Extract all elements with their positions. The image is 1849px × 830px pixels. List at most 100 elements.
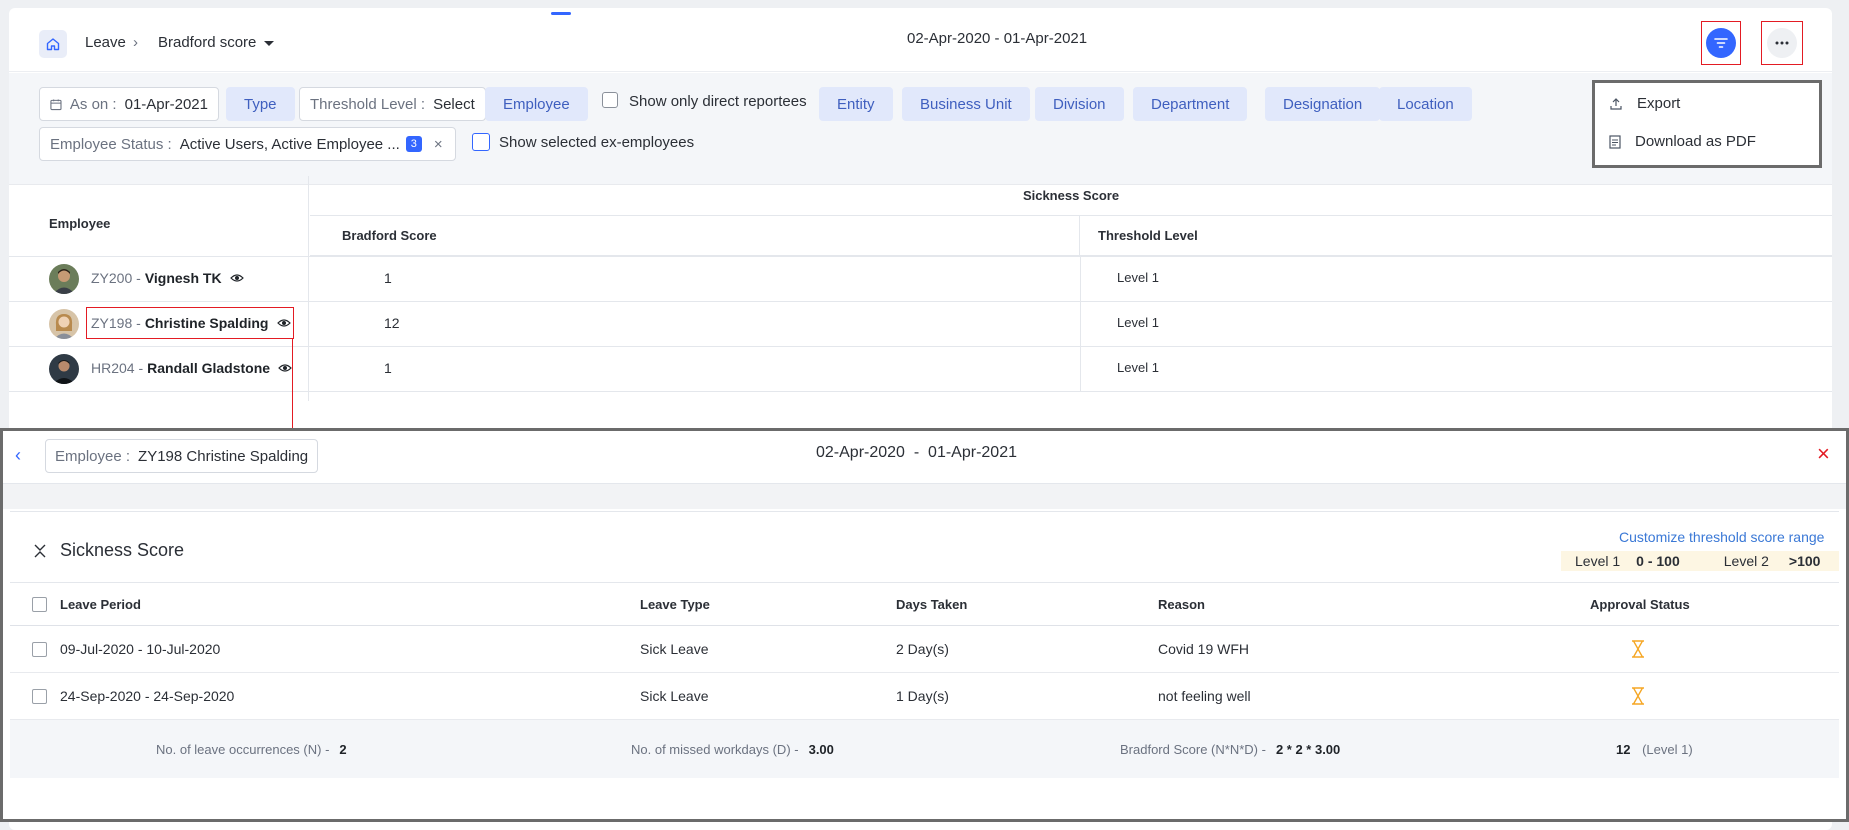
more-options-button[interactable] xyxy=(1767,28,1797,58)
export-icon xyxy=(1610,97,1622,110)
export-label: Export xyxy=(1637,95,1681,112)
leave-type-cell: Sick Leave xyxy=(640,688,709,704)
filter-icon xyxy=(1714,38,1728,48)
employee-status-value: Active Users, Active Employee ... xyxy=(179,135,400,153)
business-unit-filter[interactable]: Business Unit xyxy=(902,87,1030,121)
sickness-score-group-header: Sickness Score xyxy=(310,176,1832,216)
employee-cell[interactable]: HR204 - Randall Gladstone xyxy=(91,360,292,376)
division-filter[interactable]: Division xyxy=(1035,87,1124,121)
calendar-icon xyxy=(50,98,62,110)
document-icon xyxy=(1609,134,1621,149)
employee-column-header: Employee xyxy=(49,216,111,231)
bradford-result-value: 12 xyxy=(1616,742,1631,757)
eye-icon[interactable] xyxy=(276,318,291,328)
ex-employees-checkbox[interactable] xyxy=(472,133,490,151)
col-leave-period: Leave Period xyxy=(60,597,141,612)
occurrences-value: 2 xyxy=(339,742,347,757)
location-filter[interactable]: Location xyxy=(1379,87,1472,121)
row-checkbox[interactable] xyxy=(32,642,47,657)
threshold-level-column-header: Threshold Level xyxy=(1080,216,1832,256)
section-header[interactable]: Sickness Score xyxy=(34,540,184,561)
breadcrumb-current[interactable]: Bradford score xyxy=(158,34,275,51)
eye-icon[interactable] xyxy=(229,273,244,283)
reason-cell: not feeling well xyxy=(1158,688,1251,704)
export-menu-item[interactable]: Export xyxy=(1609,95,1680,112)
customize-threshold-link[interactable]: Customize threshold score range xyxy=(1619,529,1824,545)
missed-workdays-summary: No. of missed workdays (D) - 3.00 xyxy=(631,742,834,757)
section-title: Sickness Score xyxy=(60,540,185,560)
bradford-formula-value: 2 * 2 * 3.00 xyxy=(1275,742,1341,757)
row-checkbox[interactable] xyxy=(32,689,47,704)
close-icon[interactable]: × xyxy=(1817,443,1830,465)
header: Leave › Bradford score 02-Apr-2020 - 01-… xyxy=(9,8,1832,72)
back-chevron-icon[interactable]: ‹ xyxy=(15,445,21,466)
table-row[interactable]: ZY200 - Vignesh TK 1 Level 1 xyxy=(9,257,1832,302)
leave-period-cell: 09-Jul-2020 - 10-Jul-2020 xyxy=(60,641,221,657)
panel-employee-filter[interactable]: Employee : ZY198 Christine Spalding xyxy=(45,439,319,473)
as-on-label: As on : xyxy=(69,95,117,113)
leave-period-cell: 24-Sep-2020 - 24-Sep-2020 xyxy=(60,688,235,704)
breadcrumb-leave[interactable]: Leave xyxy=(85,34,126,51)
designation-filter[interactable]: Designation xyxy=(1265,87,1381,121)
occurrences-summary: No. of leave occurrences (N) - 2 xyxy=(156,742,347,757)
bradford-summary-bar: No. of leave occurrences (N) - 2 No. of m… xyxy=(10,720,1839,778)
threshold-level-cell: Level 1 xyxy=(1117,315,1159,330)
collapse-icon[interactable] xyxy=(34,544,46,558)
threshold-levels-legend: Level 1 0 - 100 Level 2 >100 xyxy=(1561,551,1839,571)
caret-down-icon xyxy=(264,41,275,46)
employee-cell[interactable]: ZY200 - Vignesh TK xyxy=(91,270,244,286)
sickness-score-card: Sickness Score Customize threshold score… xyxy=(10,511,1839,817)
employee-code: HR204 - xyxy=(91,360,144,376)
table-row[interactable]: 09-Jul-2020 - 10-Jul-2020 Sick Leave 2 D… xyxy=(10,626,1839,673)
filter-button-highlight xyxy=(1701,21,1741,65)
more-button-highlight xyxy=(1761,21,1803,65)
table-row[interactable]: HR204 - Randall Gladstone 1 Level 1 xyxy=(9,347,1832,392)
panel-employee-label: Employee : xyxy=(55,447,131,465)
type-filter[interactable]: Type xyxy=(226,87,295,121)
as-on-date-filter[interactable]: As on : 01-Apr-2021 xyxy=(39,87,219,121)
level2-label: Level 2 xyxy=(1723,553,1769,569)
bradford-result-summary: 12 (Level 1) xyxy=(1616,742,1693,757)
clear-status-icon[interactable]: × xyxy=(434,136,443,153)
bradford-score-column-header: Bradford Score xyxy=(310,216,1080,256)
as-on-value: 01-Apr-2021 xyxy=(124,95,208,113)
entity-filter[interactable]: Entity xyxy=(819,87,893,121)
employee-filter[interactable]: Employee xyxy=(485,87,588,121)
more-dots-icon xyxy=(1775,41,1789,45)
direct-reportees-label: Show only direct reportees xyxy=(629,93,807,110)
col-reason: Reason xyxy=(1158,597,1205,612)
days-taken-cell: 1 Day(s) xyxy=(896,688,949,704)
filter-bar: As on : 01-Apr-2021 Type Threshold Level… xyxy=(9,73,1832,185)
bradford-formula-label: Bradford Score (N*N*D) - xyxy=(1120,742,1266,757)
threshold-level-filter[interactable]: Threshold Level : Select xyxy=(299,87,486,121)
employee-status-label: Employee Status : xyxy=(50,135,172,153)
employee-status-filter[interactable]: Employee Status : Active Users, Active E… xyxy=(39,127,456,161)
employee-cell[interactable]: ZY198 - Christine Spalding xyxy=(91,315,291,331)
avatar xyxy=(49,309,79,339)
department-filter[interactable]: Department xyxy=(1133,87,1248,121)
direct-reportees-checkbox[interactable] xyxy=(602,92,618,108)
select-all-checkbox[interactable] xyxy=(32,597,47,612)
export-dropdown-menu: Export Download as PDF xyxy=(1592,80,1822,168)
employee-name: Randall Gladstone xyxy=(147,360,271,376)
level2-range: >100 xyxy=(1788,553,1821,569)
employee-code: ZY198 - xyxy=(91,315,141,331)
eye-icon[interactable] xyxy=(278,363,292,373)
bradford-result-level: (Level 1) xyxy=(1642,742,1693,757)
download-pdf-menu-item[interactable]: Download as PDF xyxy=(1609,133,1756,150)
panel-divider xyxy=(3,483,1846,509)
employee-name: Christine Spalding xyxy=(144,315,269,331)
employee-detail-panel: ‹ Employee : ZY198 Christine Spalding 02… xyxy=(0,428,1849,822)
leave-type-cell: Sick Leave xyxy=(640,641,709,657)
table-row[interactable]: ZY198 - Christine Spalding 12 Level 1 xyxy=(9,302,1832,347)
filter-button[interactable] xyxy=(1706,28,1736,58)
home-button[interactable] xyxy=(39,30,67,58)
ex-employees-label: Show selected ex-employees xyxy=(499,134,695,151)
breadcrumb-current-label: Bradford score xyxy=(158,34,257,51)
header-date-range: 02-Apr-2020 - 01-Apr-2021 xyxy=(907,30,1088,47)
occurrences-label: No. of leave occurrences (N) - xyxy=(156,742,330,757)
table-row[interactable]: 24-Sep-2020 - 24-Sep-2020 Sick Leave 1 D… xyxy=(10,673,1839,720)
threshold-value: Select xyxy=(433,95,475,113)
level1-range: 0 - 100 xyxy=(1636,553,1680,569)
missed-workdays-value: 3.00 xyxy=(808,742,834,757)
